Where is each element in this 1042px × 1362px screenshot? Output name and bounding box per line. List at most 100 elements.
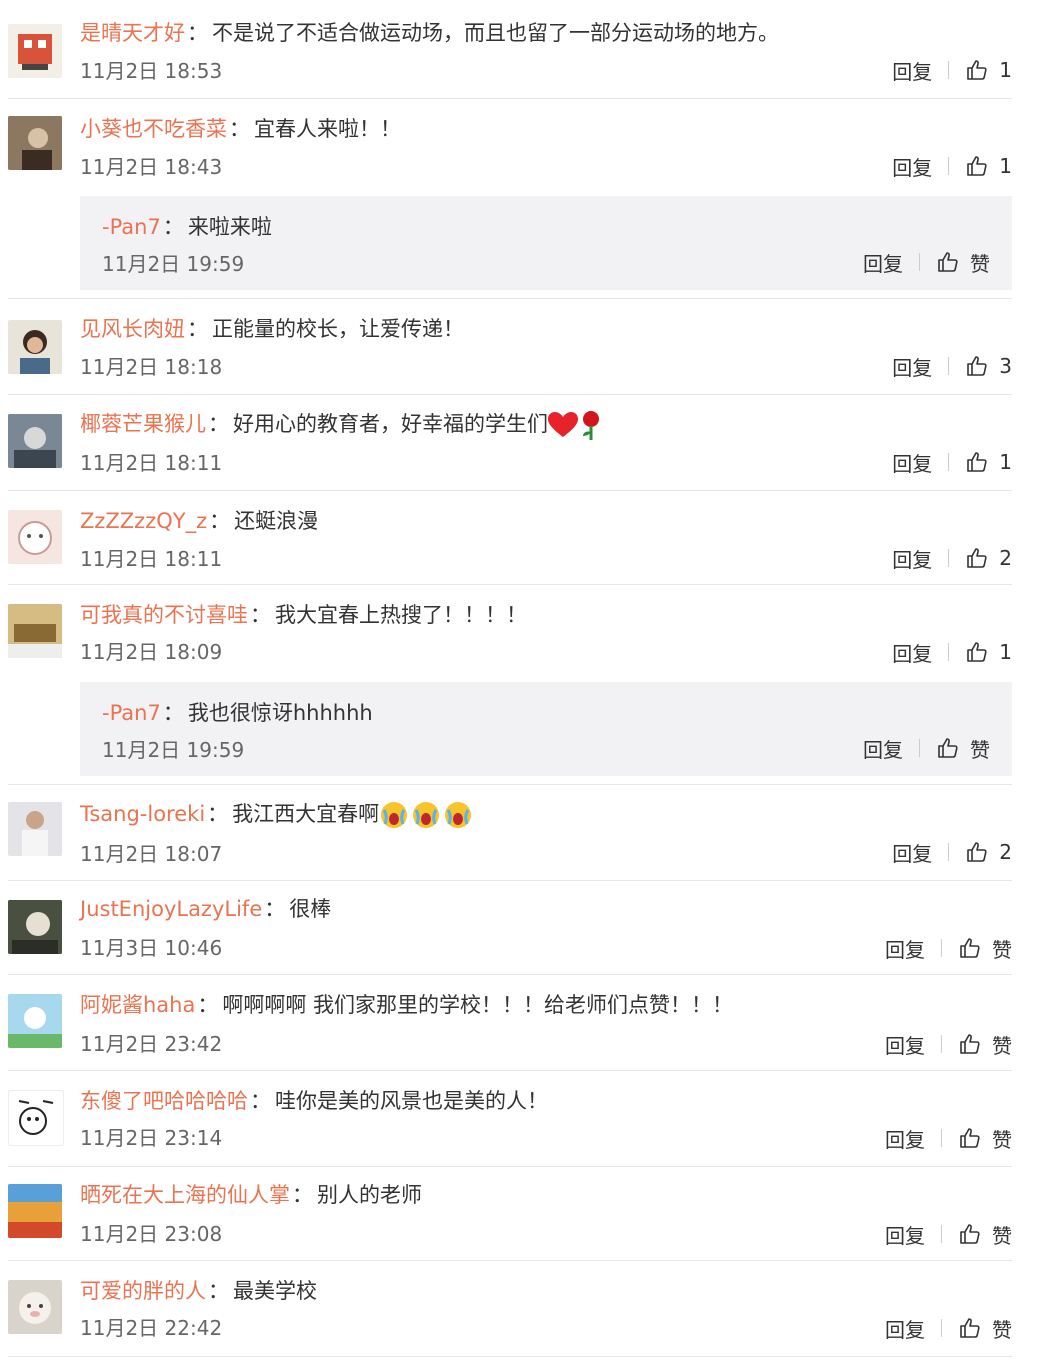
- like-button[interactable]: 赞: [958, 1030, 1012, 1059]
- reply-actions: 回复 赞: [863, 734, 990, 762]
- like-button[interactable]: 1: [965, 154, 1012, 178]
- reply-button[interactable]: 回复: [892, 152, 932, 181]
- comment-text: 不是说了不适合做运动场，而且也留了一部分运动场的地方。: [212, 21, 779, 45]
- reply-button[interactable]: 回复: [892, 544, 932, 573]
- like-button[interactable]: 赞: [958, 934, 1012, 963]
- reply-button[interactable]: 回复: [892, 448, 932, 477]
- reply-button[interactable]: 回复: [885, 1124, 925, 1153]
- thumbs-up-icon: [967, 156, 987, 176]
- comment-actions: 回复 2: [892, 544, 1012, 572]
- username-link[interactable]: 见风长肉妞: [80, 317, 185, 341]
- like-button[interactable]: 赞: [936, 248, 990, 277]
- username-link[interactable]: 小葵也不吃香菜: [80, 117, 227, 141]
- action-divider: [948, 357, 950, 375]
- reply-button[interactable]: 回复: [863, 734, 903, 763]
- avatar[interactable]: [8, 900, 62, 954]
- comment-time: 11月2日 18:11: [80, 547, 223, 571]
- divider: [8, 98, 1012, 99]
- username-link[interactable]: 可爱的胖的人: [80, 1279, 206, 1303]
- reply-button[interactable]: 回复: [885, 1220, 925, 1249]
- username-link[interactable]: -Pan7: [102, 701, 161, 725]
- like-button[interactable]: 赞: [958, 1314, 1012, 1343]
- action-divider: [948, 453, 950, 471]
- action-divider: [948, 61, 950, 79]
- like-button[interactable]: 赞: [958, 1124, 1012, 1153]
- reply-text: 我也很惊讶hhhhhh: [187, 701, 373, 725]
- username-link[interactable]: ZzZZzzQY_z: [80, 509, 207, 533]
- comment-item: 阿妮酱haha： 啊啊啊啊 我们家那里的学校！！！给老师们点赞！！！ 11月2日 …: [8, 990, 1012, 1068]
- crying-face-icon: [381, 802, 472, 828]
- avatar[interactable]: [8, 1184, 62, 1238]
- reply-button[interactable]: 回复: [885, 1314, 925, 1343]
- comment-actions: 回复 1: [892, 56, 1012, 84]
- comment-time: 11月2日 18:53: [80, 59, 223, 83]
- username-link[interactable]: 椰蓉芒果猴儿: [80, 412, 206, 436]
- comment-text: 我大宜春上热搜了！！！！: [275, 603, 527, 627]
- like-button[interactable]: 2: [965, 546, 1012, 570]
- like-button[interactable]: 3: [965, 354, 1012, 378]
- action-divider: [948, 549, 950, 567]
- like-button[interactable]: 1: [965, 450, 1012, 474]
- avatar[interactable]: [8, 802, 62, 856]
- comment-actions: 回复 1: [892, 448, 1012, 476]
- comment-item: 椰蓉芒果猴儿： 好用心的教育者，好幸福的学生们 11月2日 18:11 回复 1: [8, 406, 1012, 484]
- divider: [8, 974, 1012, 975]
- separator: ：: [162, 215, 184, 239]
- thumbs-up-icon: [960, 938, 980, 958]
- reply-button[interactable]: 回复: [863, 248, 903, 277]
- avatar[interactable]: [8, 414, 62, 468]
- separator: ：: [208, 1279, 229, 1303]
- avatar[interactable]: [8, 510, 62, 564]
- username-link[interactable]: JustEnjoyLazyLife: [80, 897, 262, 921]
- separator: ：: [187, 21, 208, 45]
- divider: [8, 1260, 1012, 1261]
- username-link[interactable]: 可我真的不讨喜哇: [80, 603, 248, 627]
- thumbs-up-icon: [938, 738, 958, 758]
- thumbs-up-icon: [938, 252, 958, 272]
- comment-item: 晒死在大上海的仙人掌： 别人的老师 11月2日 23:08 回复 赞: [8, 1180, 1012, 1258]
- username-link[interactable]: Tsang-loreki: [80, 802, 205, 826]
- separator: ：: [187, 317, 208, 341]
- like-label: 赞: [992, 1317, 1012, 1342]
- action-divider: [941, 1319, 942, 1337]
- username-link[interactable]: 阿妮酱haha: [80, 993, 195, 1017]
- like-button[interactable]: 1: [965, 58, 1012, 82]
- avatar[interactable]: [8, 24, 62, 78]
- avatar[interactable]: [8, 320, 62, 374]
- like-button[interactable]: 赞: [958, 1220, 1012, 1249]
- username-link[interactable]: 晒死在大上海的仙人掌: [80, 1183, 290, 1207]
- reply-button[interactable]: 回复: [885, 934, 925, 963]
- avatar[interactable]: [8, 116, 62, 170]
- thumbs-up-icon: [960, 1224, 980, 1244]
- reply-button[interactable]: 回复: [892, 838, 932, 867]
- reply-button[interactable]: 回复: [892, 352, 932, 381]
- avatar[interactable]: [8, 604, 62, 658]
- like-count: 1: [999, 58, 1012, 82]
- avatar[interactable]: [8, 1090, 64, 1146]
- comment-item: 可爱的胖的人： 最美学校 11月2日 22:42 回复 赞: [8, 1276, 1012, 1354]
- username-link[interactable]: -Pan7: [102, 215, 161, 239]
- comment-time: 11月2日 18:09: [80, 640, 223, 664]
- comment-item: 东傻了吧哈哈哈哈： 哇你是美的风景也是美的人！ 11月2日 23:14 回复 赞: [8, 1086, 1012, 1164]
- reply-button[interactable]: 回复: [892, 638, 932, 667]
- comment-actions: 回复 赞: [885, 1030, 1012, 1058]
- divider: [8, 1356, 1012, 1357]
- thumbs-up-icon: [960, 1318, 980, 1338]
- like-count: 2: [999, 840, 1012, 864]
- reply-text: 来啦来啦: [187, 215, 272, 239]
- like-button[interactable]: 1: [965, 640, 1012, 664]
- comment-item: 小葵也不吃香菜： 宜春人来啦！！ 11月2日 18:43 回复 1: [8, 112, 1012, 190]
- reply-time: 11月2日 19:59: [102, 252, 245, 276]
- reply-button[interactable]: 回复: [892, 56, 932, 85]
- reply-button[interactable]: 回复: [885, 1030, 925, 1059]
- action-divider: [941, 1035, 942, 1053]
- like-button[interactable]: 2: [965, 840, 1012, 864]
- like-button[interactable]: 赞: [936, 734, 990, 763]
- avatar[interactable]: [8, 1280, 62, 1334]
- username-link[interactable]: 东傻了吧哈哈哈哈: [80, 1089, 248, 1113]
- comment-text: 正能量的校长，让爱传递！: [212, 317, 464, 341]
- avatar[interactable]: [8, 994, 62, 1048]
- username-link[interactable]: 是晴天才好: [80, 21, 185, 45]
- thumbs-up-icon: [960, 1128, 980, 1148]
- divider: [8, 298, 1012, 299]
